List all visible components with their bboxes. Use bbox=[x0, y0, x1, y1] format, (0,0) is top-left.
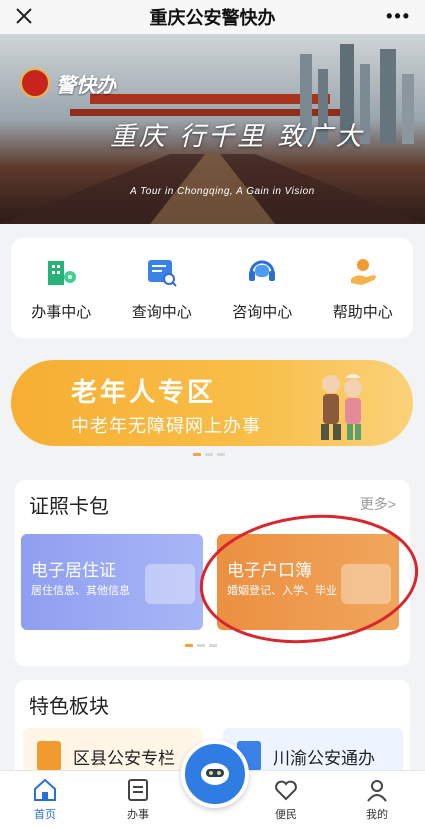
nav-label: 办事 bbox=[127, 809, 149, 821]
elderly-zone-subtitle: 中老年无障碍网上办事 bbox=[71, 416, 261, 436]
quick-item-query[interactable]: 查询中心 bbox=[112, 255, 212, 322]
nav-services[interactable]: 办事 bbox=[108, 777, 168, 822]
search-doc-icon bbox=[147, 259, 177, 287]
quick-item-help[interactable]: 帮助中心 bbox=[313, 255, 413, 322]
hero-banner[interactable]: 警快办 重庆 行千里 致广大 A Tour in Chongqing, A Ga… bbox=[0, 34, 425, 224]
quick-item-label: 办事中心 bbox=[31, 303, 92, 321]
banner-slogan-en: A Tour in Chongqing, A Gain in Vision bbox=[130, 186, 315, 197]
user-icon bbox=[367, 780, 387, 802]
more-menu-button[interactable]: ••• bbox=[386, 6, 411, 27]
elderly-zone-banner[interactable]: 老年人专区 中老年无障碍网上办事 bbox=[11, 360, 413, 446]
feature-label: 川渝公安通办 bbox=[273, 748, 375, 768]
nav-home[interactable]: 首页 bbox=[15, 777, 75, 822]
house-icon bbox=[145, 564, 195, 604]
nav-label: 我的 bbox=[366, 809, 388, 821]
elderly-zone-title: 老年人专区 bbox=[71, 377, 217, 407]
document-icon bbox=[37, 741, 61, 771]
annotation-circle bbox=[199, 514, 419, 644]
helping-hand-icon bbox=[350, 258, 376, 285]
robot-icon bbox=[201, 763, 229, 785]
logo-text: 警快办 bbox=[56, 74, 116, 97]
carousel-indicator bbox=[193, 453, 225, 456]
quick-item-label: 咨询中心 bbox=[232, 303, 293, 321]
quick-item-label: 帮助中心 bbox=[332, 303, 393, 321]
elderly-couple-illustration bbox=[321, 374, 362, 440]
section-title: 证照卡包 bbox=[29, 496, 109, 518]
heart-icon bbox=[275, 780, 297, 801]
nav-profile[interactable]: 我的 bbox=[347, 777, 407, 822]
feature-label: 区县公安专栏 bbox=[73, 748, 175, 768]
headset-icon bbox=[249, 260, 276, 281]
more-link[interactable]: 更多> bbox=[360, 494, 396, 514]
card-subtitle: 居住信息、其他信息 bbox=[31, 585, 130, 597]
close-icon[interactable] bbox=[12, 4, 36, 28]
card-title: 电子居住证 bbox=[31, 561, 116, 580]
section-title: 特色板块 bbox=[29, 696, 109, 718]
residence-permit-card[interactable]: 电子居住证 居住信息、其他信息 bbox=[21, 534, 203, 630]
home-icon bbox=[34, 778, 56, 801]
assistant-robot-button[interactable] bbox=[181, 740, 249, 808]
nav-label: 便民 bbox=[275, 809, 297, 821]
top-bar: 重庆公安警快办 ••• bbox=[0, 0, 425, 34]
police-badge-icon bbox=[20, 68, 50, 98]
banner-slogan: 重庆 行千里 致广大 bbox=[110, 122, 365, 152]
app-logo: 警快办 bbox=[20, 68, 116, 98]
document-icon bbox=[128, 779, 148, 801]
quick-item-label: 查询中心 bbox=[131, 303, 192, 321]
nav-convenience[interactable]: 便民 bbox=[256, 777, 316, 822]
building-pin-icon bbox=[48, 260, 77, 285]
quick-item-office[interactable]: 办事中心 bbox=[11, 255, 111, 322]
quick-item-consult[interactable]: 咨询中心 bbox=[212, 255, 312, 322]
nav-label: 首页 bbox=[34, 809, 56, 821]
page-title: 重庆公安警快办 bbox=[149, 8, 276, 28]
quick-menu: 办事中心 查询中心 咨询中心 帮助中心 bbox=[11, 238, 413, 338]
